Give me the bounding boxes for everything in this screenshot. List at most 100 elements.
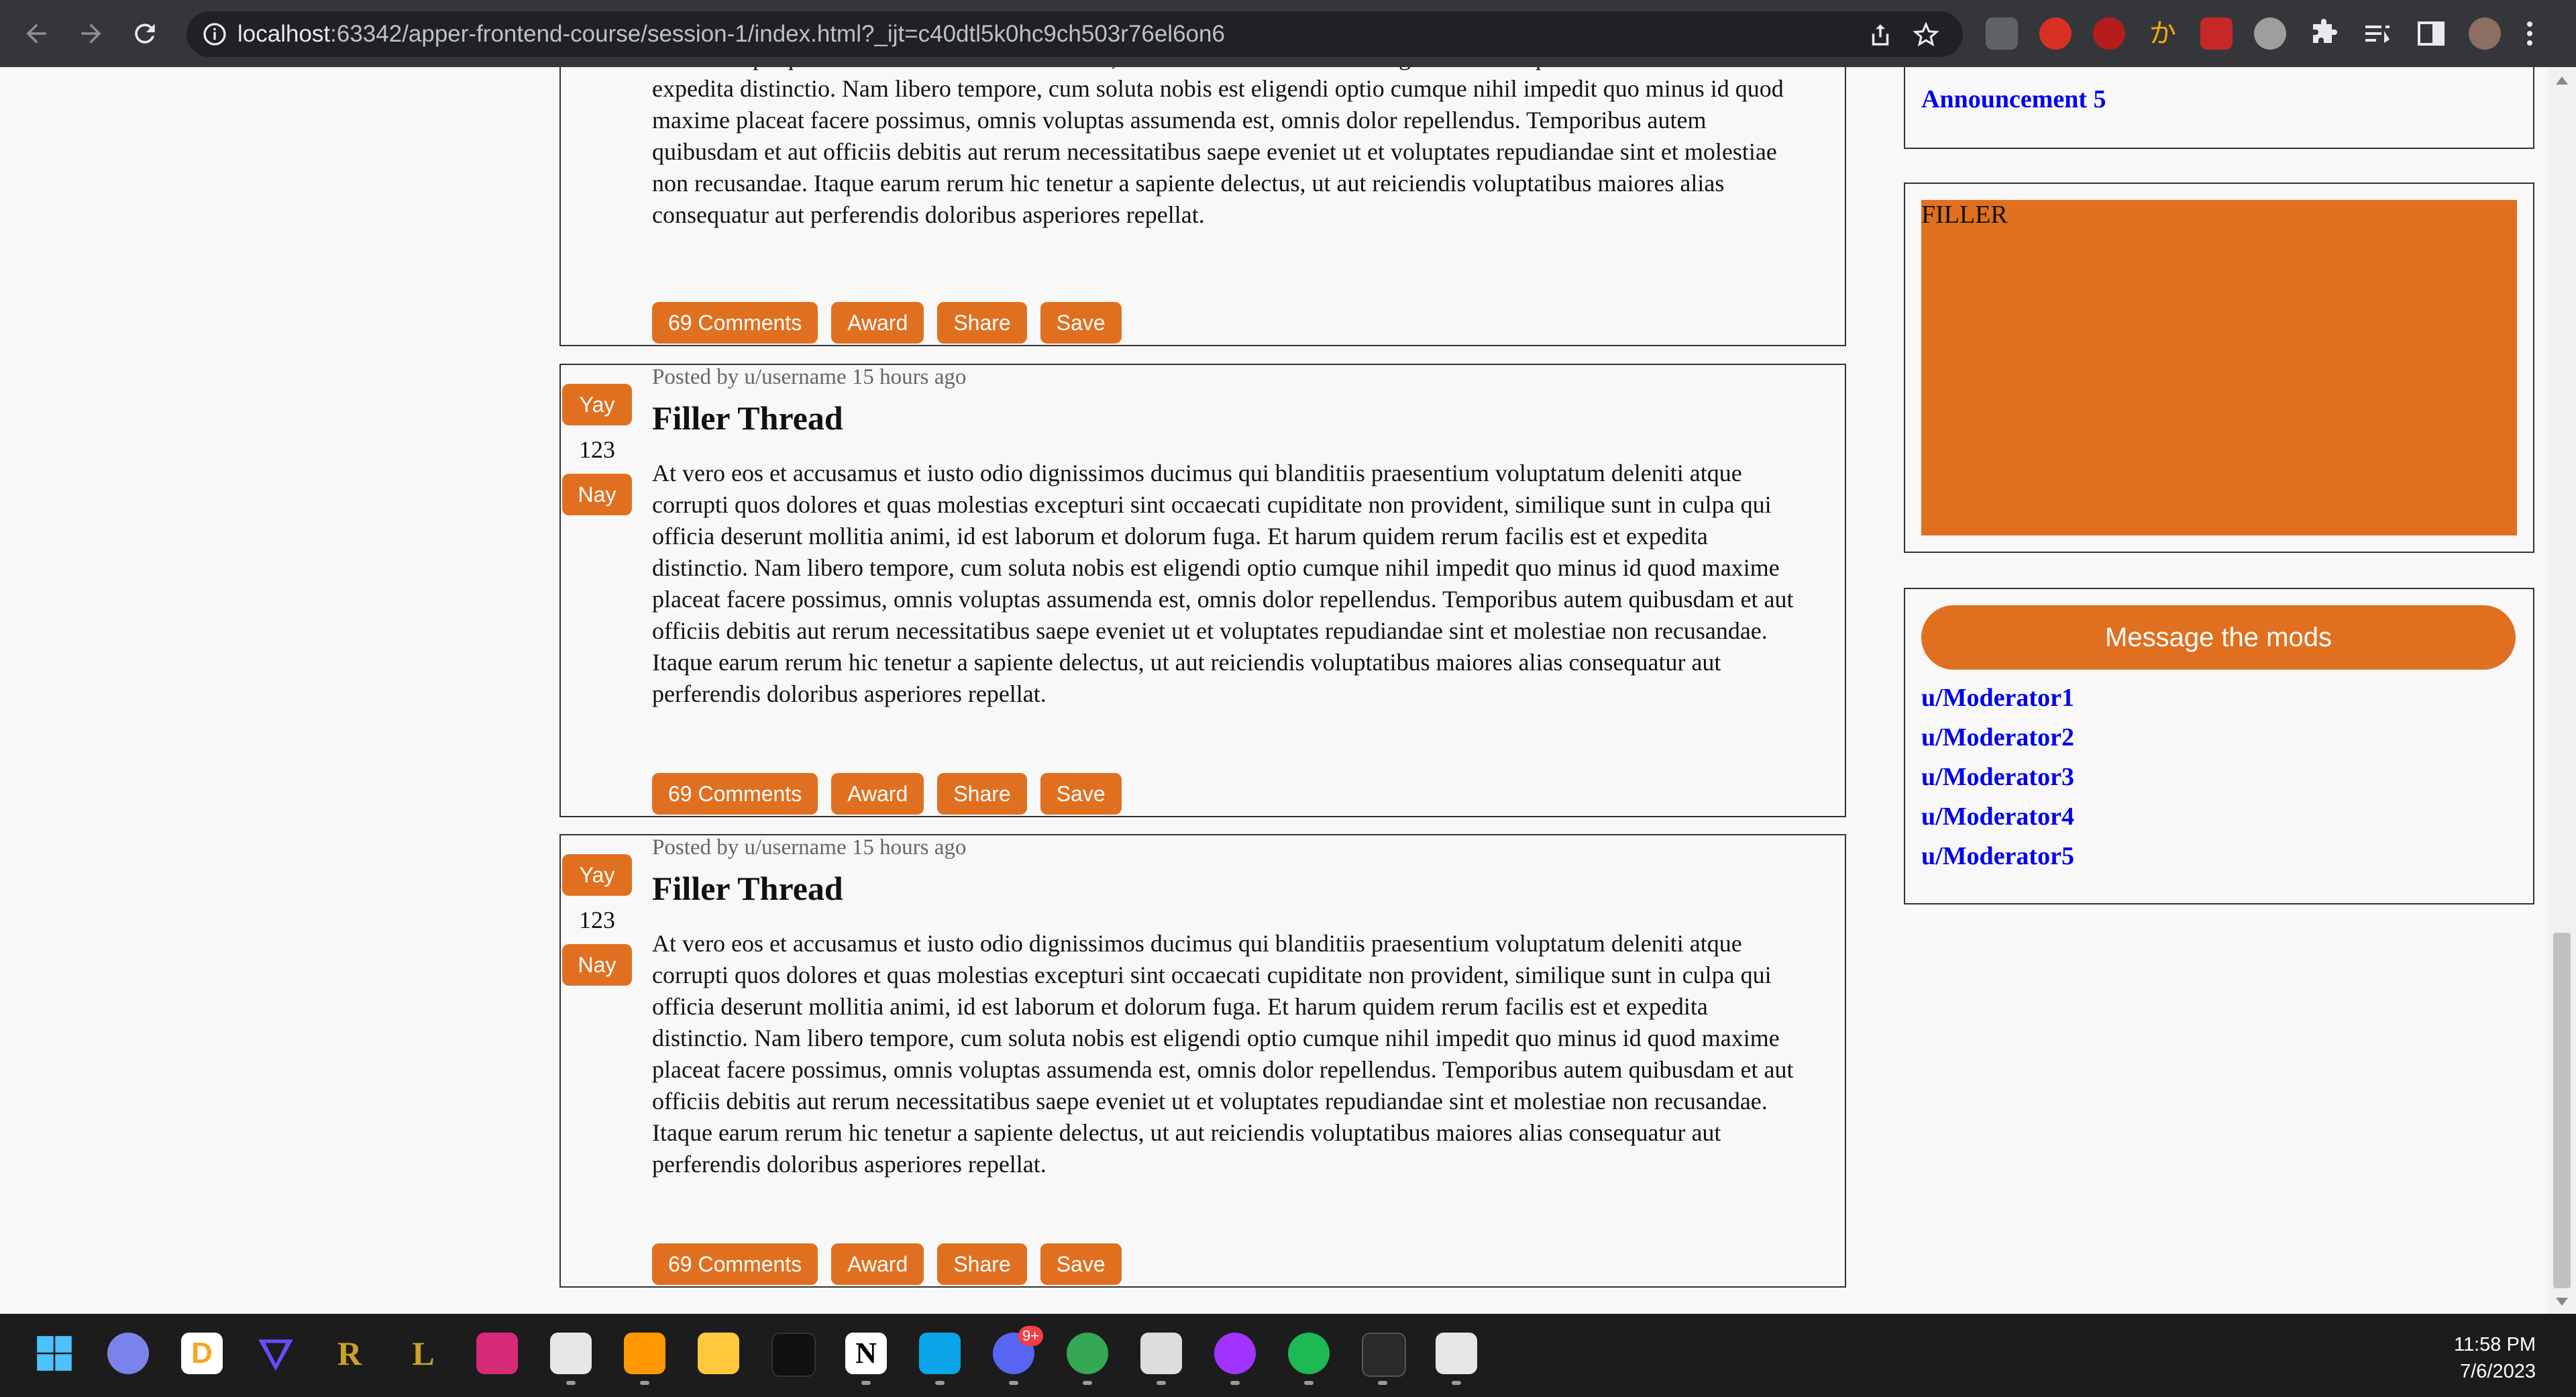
reading-list-icon[interactable] xyxy=(2361,17,2394,50)
info-icon[interactable] xyxy=(201,21,228,48)
moderator-link[interactable]: u/Moderator5 xyxy=(1921,841,2074,871)
post-meta: Posted by u/username 15 hours ago xyxy=(652,365,967,389)
profile-avatar[interactable] xyxy=(2469,17,2501,50)
extension-face-icon[interactable] xyxy=(2254,17,2286,50)
post-meta: Posted by u/username 15 hours ago xyxy=(652,835,967,860)
message-mods-button[interactable]: Message the mods xyxy=(1921,605,2516,670)
reload-button[interactable] xyxy=(126,15,164,52)
extension-kana-icon[interactable]: か xyxy=(2147,17,2179,50)
teams-chat-icon[interactable] xyxy=(107,1333,149,1374)
riot-legends-icon[interactable]: R xyxy=(329,1333,370,1374)
app-d-icon[interactable]: D xyxy=(181,1333,223,1374)
post-card-partial: sunt in culpa qui officia deserunt molli… xyxy=(559,67,1846,346)
discord-badge: 9+ xyxy=(1018,1326,1044,1346)
post-title[interactable]: Filler Thread xyxy=(652,869,843,908)
post-title[interactable]: Filler Thread xyxy=(652,399,843,437)
announcements-panel: Announcement 5 xyxy=(1904,67,2534,149)
forward-button[interactable] xyxy=(72,15,110,52)
url-text[interactable]: localhost:63342/apper-frontend-course/se… xyxy=(237,19,1225,49)
upvote-button[interactable]: Yay xyxy=(562,384,632,425)
comments-button[interactable]: 69 Comments xyxy=(652,773,818,815)
clock-date: 7/6/2023 xyxy=(2460,1361,2536,1382)
comments-button[interactable]: 69 Comments xyxy=(652,302,818,344)
league-icon[interactable]: L xyxy=(402,1333,444,1374)
spotify-icon[interactable] xyxy=(1288,1333,1330,1374)
sublime-text-icon[interactable] xyxy=(624,1333,665,1374)
post-actions: 69 Comments Award Share Save xyxy=(652,773,1135,815)
extension-red-icon[interactable] xyxy=(2039,17,2072,50)
running-indicator xyxy=(1378,1381,1387,1385)
award-button[interactable]: Award xyxy=(831,773,924,815)
moderator-link[interactable]: u/Moderator1 xyxy=(1921,683,2074,713)
post-body: At vero eos et accusamus et iusto odio d… xyxy=(652,460,1794,707)
share-button[interactable]: Share xyxy=(937,1243,1027,1285)
scrollbar-thumb[interactable] xyxy=(2553,933,2571,1288)
moderator-link[interactable]: u/Moderator3 xyxy=(1921,762,2074,792)
file-explorer-icon[interactable] xyxy=(698,1333,739,1374)
side-panel-icon[interactable] xyxy=(2415,17,2447,50)
chrome-icon[interactable] xyxy=(1067,1333,1108,1374)
webstorm-icon[interactable] xyxy=(919,1333,961,1374)
post-actions: 69 Comments Award Share Save xyxy=(652,1243,1135,1285)
save-button[interactable]: Save xyxy=(1040,1243,1122,1285)
upvote-button[interactable]: Yay xyxy=(562,854,632,896)
post-body: At vero eos et accusamus et iusto odio d… xyxy=(652,930,1794,1178)
scroll-up-icon[interactable] xyxy=(2556,76,2568,85)
running-indicator xyxy=(1304,1381,1313,1385)
windows-taskbar: D R L N 9+ 11:58 PM 7/6/2023 xyxy=(0,1314,2576,1397)
scroll-down-icon[interactable] xyxy=(2556,1298,2568,1306)
address-bar[interactable]: localhost:63342/apper-frontend-course/se… xyxy=(186,11,1963,57)
running-indicator xyxy=(1452,1381,1461,1385)
vote-box: Yay 123 Nay xyxy=(562,854,632,986)
share-button[interactable]: Share xyxy=(937,773,1027,815)
running-indicator xyxy=(861,1381,871,1385)
moderators-panel: Message the mods u/Moderator1 u/Moderato… xyxy=(1904,588,2534,904)
running-indicator xyxy=(640,1381,649,1385)
share-button[interactable]: Share xyxy=(937,302,1027,344)
filler-panel: FILLER xyxy=(1904,183,2534,553)
post-actions: 69 Comments Award Share Save xyxy=(652,302,1135,344)
notepad-icon[interactable] xyxy=(550,1333,592,1374)
browser-toolbar: localhost:63342/apper-frontend-course/se… xyxy=(0,0,2576,67)
announcement-link[interactable]: Announcement 5 xyxy=(1921,85,2106,114)
filler-block: FILLER xyxy=(1921,200,2517,535)
terminal-app-icon[interactable] xyxy=(771,1333,816,1377)
web-page: sunt in culpa qui officia deserunt molli… xyxy=(0,67,2548,1314)
vertical-scrollbar[interactable] xyxy=(2548,67,2576,1314)
notion-icon[interactable]: N xyxy=(845,1333,887,1374)
menu-kebab-icon[interactable] xyxy=(2520,17,2540,50)
terminal-icon[interactable] xyxy=(1362,1333,1406,1377)
post-body: sunt in culpa qui officia deserunt molli… xyxy=(652,67,1786,228)
award-button[interactable]: Award xyxy=(831,1243,924,1285)
save-button[interactable]: Save xyxy=(1040,773,1122,815)
downvote-button[interactable]: Nay xyxy=(562,944,632,986)
vote-box: Yay 123 Nay xyxy=(562,384,632,515)
downvote-button[interactable]: Nay xyxy=(562,474,632,515)
clock-time: 11:58 PM xyxy=(2454,1334,2536,1355)
back-button[interactable] xyxy=(17,15,55,52)
award-button[interactable]: Award xyxy=(831,302,924,344)
filler-text: FILLER xyxy=(1921,201,2008,229)
instagram-icon[interactable] xyxy=(476,1333,518,1374)
proton-vpn-icon[interactable] xyxy=(255,1333,297,1374)
messenger-icon[interactable] xyxy=(1214,1333,1256,1374)
system-clock[interactable]: 11:58 PM 7/6/2023 xyxy=(2454,1331,2536,1385)
extension-record-icon[interactable] xyxy=(2200,17,2233,50)
arrow-left-icon xyxy=(26,23,46,44)
moderator-link[interactable]: u/Moderator2 xyxy=(1921,723,2074,752)
post-card: Yay 123 Nay Posted by u/username 15 hour… xyxy=(559,834,1846,1288)
running-indicator xyxy=(1157,1381,1166,1385)
reload-icon xyxy=(135,23,155,44)
bookmark-star-icon[interactable] xyxy=(1912,21,1940,49)
comments-button[interactable]: 69 Comments xyxy=(652,1243,818,1285)
running-indicator xyxy=(1083,1381,1092,1385)
save-button[interactable]: Save xyxy=(1040,302,1122,344)
game-app-icon[interactable] xyxy=(1140,1333,1182,1374)
extensions-puzzle-icon[interactable] xyxy=(2308,17,2340,50)
windows-start-icon[interactable] xyxy=(34,1333,75,1374)
ublock-icon[interactable] xyxy=(2093,17,2125,50)
share-page-icon[interactable] xyxy=(1866,21,1894,49)
extension-glasses-icon[interactable] xyxy=(1986,17,2018,50)
snipping-tool-icon[interactable] xyxy=(1436,1333,1477,1374)
moderator-link[interactable]: u/Moderator4 xyxy=(1921,802,2074,831)
